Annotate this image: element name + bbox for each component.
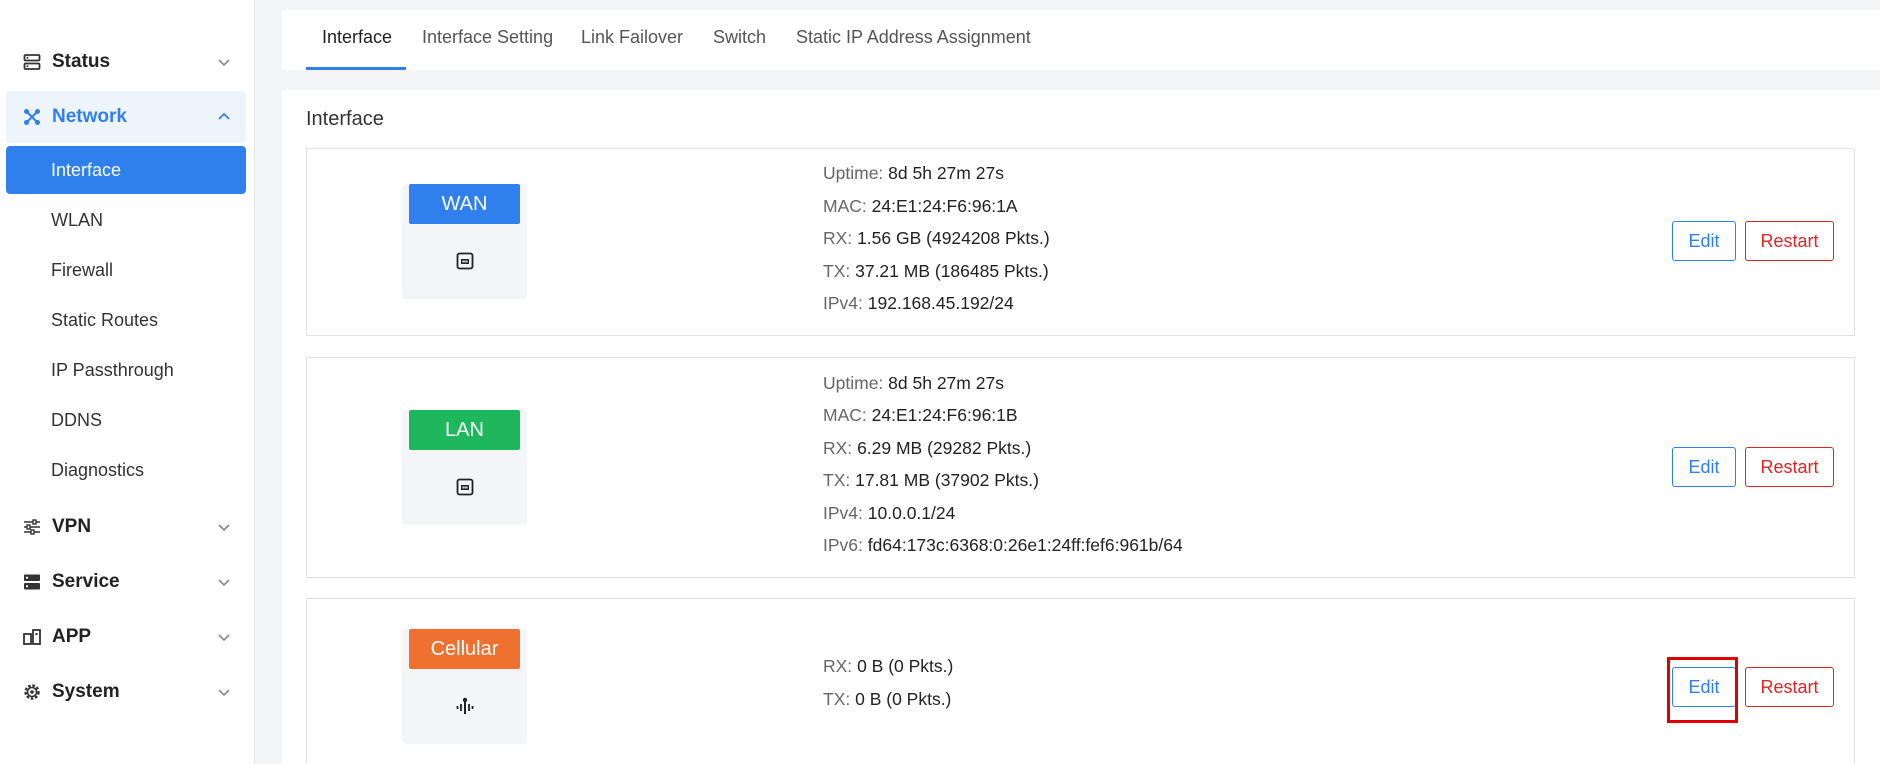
info-line: Uptime: 8d 5h 27m 27s [823,373,1004,394]
info-key: TX: [823,261,851,281]
chevron-down-icon [218,59,230,67]
sidebar-group-network[interactable]: Network [6,91,246,143]
sidebar-group-label: Status [52,51,111,72]
info-value: 0 B (0 Pkts.) [855,689,952,709]
info-key: MAC: [823,196,867,216]
interface-icon-box: LAN [402,410,527,525]
info-key: TX: [823,470,851,490]
gear-icon [22,682,42,702]
info-value: 37.21 MB (186485 Pkts.) [855,261,1049,281]
edit-button-wan[interactable]: Edit [1672,221,1736,261]
sidebar-item-ip-passthrough[interactable]: IP Passthrough [6,346,246,394]
tab-interface[interactable]: Interface [322,7,392,67]
sidebar-item-diagnostics[interactable]: Diagnostics [6,446,246,494]
info-value: 0 B (0 Pkts.) [857,656,954,676]
info-line: RX: 6.29 MB (29282 Pkts.) [823,438,1031,459]
info-line: Uptime: 8d 5h 27m 27s [823,163,1004,184]
interface-icon-box: Cellular [402,629,527,744]
info-line: MAC: 24:E1:24:F6:96:1A [823,196,1018,217]
tab-switch[interactable]: Switch [713,7,766,67]
info-line: RX: 1.56 GB (4924208 Pkts.) [823,228,1050,249]
chevron-down-icon [218,524,230,532]
signal-tower-icon [402,691,527,721]
info-line: TX: 0 B (0 Pkts.) [823,689,951,710]
app-icon [22,627,42,647]
sidebar-group-label: Network [52,106,127,127]
interface-name-badge: WAN [409,184,520,224]
tab-link-failover[interactable]: Link Failover [581,7,683,67]
restart-button-cellular[interactable]: Restart [1745,667,1834,707]
info-line: IPv4: 10.0.0.1/24 [823,503,955,524]
sidebar-item-interface[interactable]: Interface [6,146,246,194]
sidebar-group-status[interactable]: Status [6,36,246,88]
info-line: TX: 17.81 MB (37902 Pkts.) [823,470,1039,491]
tab-interface-setting[interactable]: Interface Setting [422,7,553,67]
chevron-up-icon [218,112,230,120]
sidebar-group-vpn[interactable]: VPN [6,501,246,553]
info-value: 192.168.45.192/24 [867,293,1014,313]
interface-card-cellular [306,598,1855,764]
info-key: MAC: [823,405,867,425]
sidebar-group-label: VPN [52,516,92,537]
info-key: RX: [823,228,853,248]
network-icon [22,107,42,127]
sidebar-group-label: Service [52,571,120,592]
chevron-down-icon [218,579,230,587]
ethernet-port-icon [402,472,527,502]
info-key: Uptime: [823,163,884,183]
info-key: RX: [823,656,853,676]
sidebar-group-label: System [52,681,120,702]
active-tab-indicator [306,67,406,70]
interface-card-wan [306,148,1855,336]
info-line: IPv6: fd64:173c:6368:0:26e1:24ff:fef6:96… [823,535,1183,556]
sidebar-group-service[interactable]: Service [6,556,246,608]
info-key: IPv4: [823,503,863,523]
info-value: 8d 5h 27m 27s [888,163,1004,183]
info-line: MAC: 24:E1:24:F6:96:1B [823,405,1018,426]
info-key: RX: [823,438,853,458]
chevron-down-icon [218,634,230,642]
restart-button-wan[interactable]: Restart [1745,221,1834,261]
vpn-icon [22,517,42,537]
info-value: 8d 5h 27m 27s [888,373,1004,393]
ethernet-port-icon [402,246,527,276]
sidebar-group-label: APP [52,626,92,647]
tab-static-ip-address-assignment[interactable]: Static IP Address Assignment [796,7,1031,67]
info-key: Uptime: [823,373,884,393]
sidebar-item-ddns[interactable]: DDNS [6,396,246,444]
restart-button-lan[interactable]: Restart [1745,447,1834,487]
info-value: 10.0.0.1/24 [867,503,956,523]
interface-name-badge: LAN [409,410,520,450]
sidebar-group-app[interactable]: APP [6,611,246,663]
sidebar: Status Network Interface WLAN Firewall S… [0,0,255,764]
section-title: Interface [306,108,384,130]
sidebar-item-firewall[interactable]: Firewall [6,246,246,294]
info-line: TX: 37.21 MB (186485 Pkts.) [823,261,1049,282]
sidebar-group-system[interactable]: System [6,666,246,718]
info-value: 24:E1:24:F6:96:1A [871,196,1018,216]
info-value: 17.81 MB (37902 Pkts.) [855,470,1039,490]
info-value: 1.56 GB (4924208 Pkts.) [857,228,1050,248]
info-key: TX: [823,689,851,709]
status-icon [22,52,42,72]
sidebar-item-static-routes[interactable]: Static Routes [6,296,246,344]
info-key: IPv4: [823,293,863,313]
info-value: 24:E1:24:F6:96:1B [871,405,1018,425]
info-line: RX: 0 B (0 Pkts.) [823,656,953,677]
interface-name-badge: Cellular [409,629,520,669]
chevron-down-icon [218,689,230,697]
edit-button-lan[interactable]: Edit [1672,447,1736,487]
sidebar-item-wlan[interactable]: WLAN [6,196,246,244]
edit-button-cellular[interactable]: Edit [1672,667,1736,707]
info-line: IPv4: 192.168.45.192/24 [823,293,1014,314]
interface-icon-box: WAN [402,184,527,299]
info-key: IPv6: [823,535,863,555]
info-value: fd64:173c:6368:0:26e1:24ff:fef6:961b/64 [867,535,1183,555]
info-value: 6.29 MB (29282 Pkts.) [857,438,1032,458]
service-icon [22,572,42,592]
